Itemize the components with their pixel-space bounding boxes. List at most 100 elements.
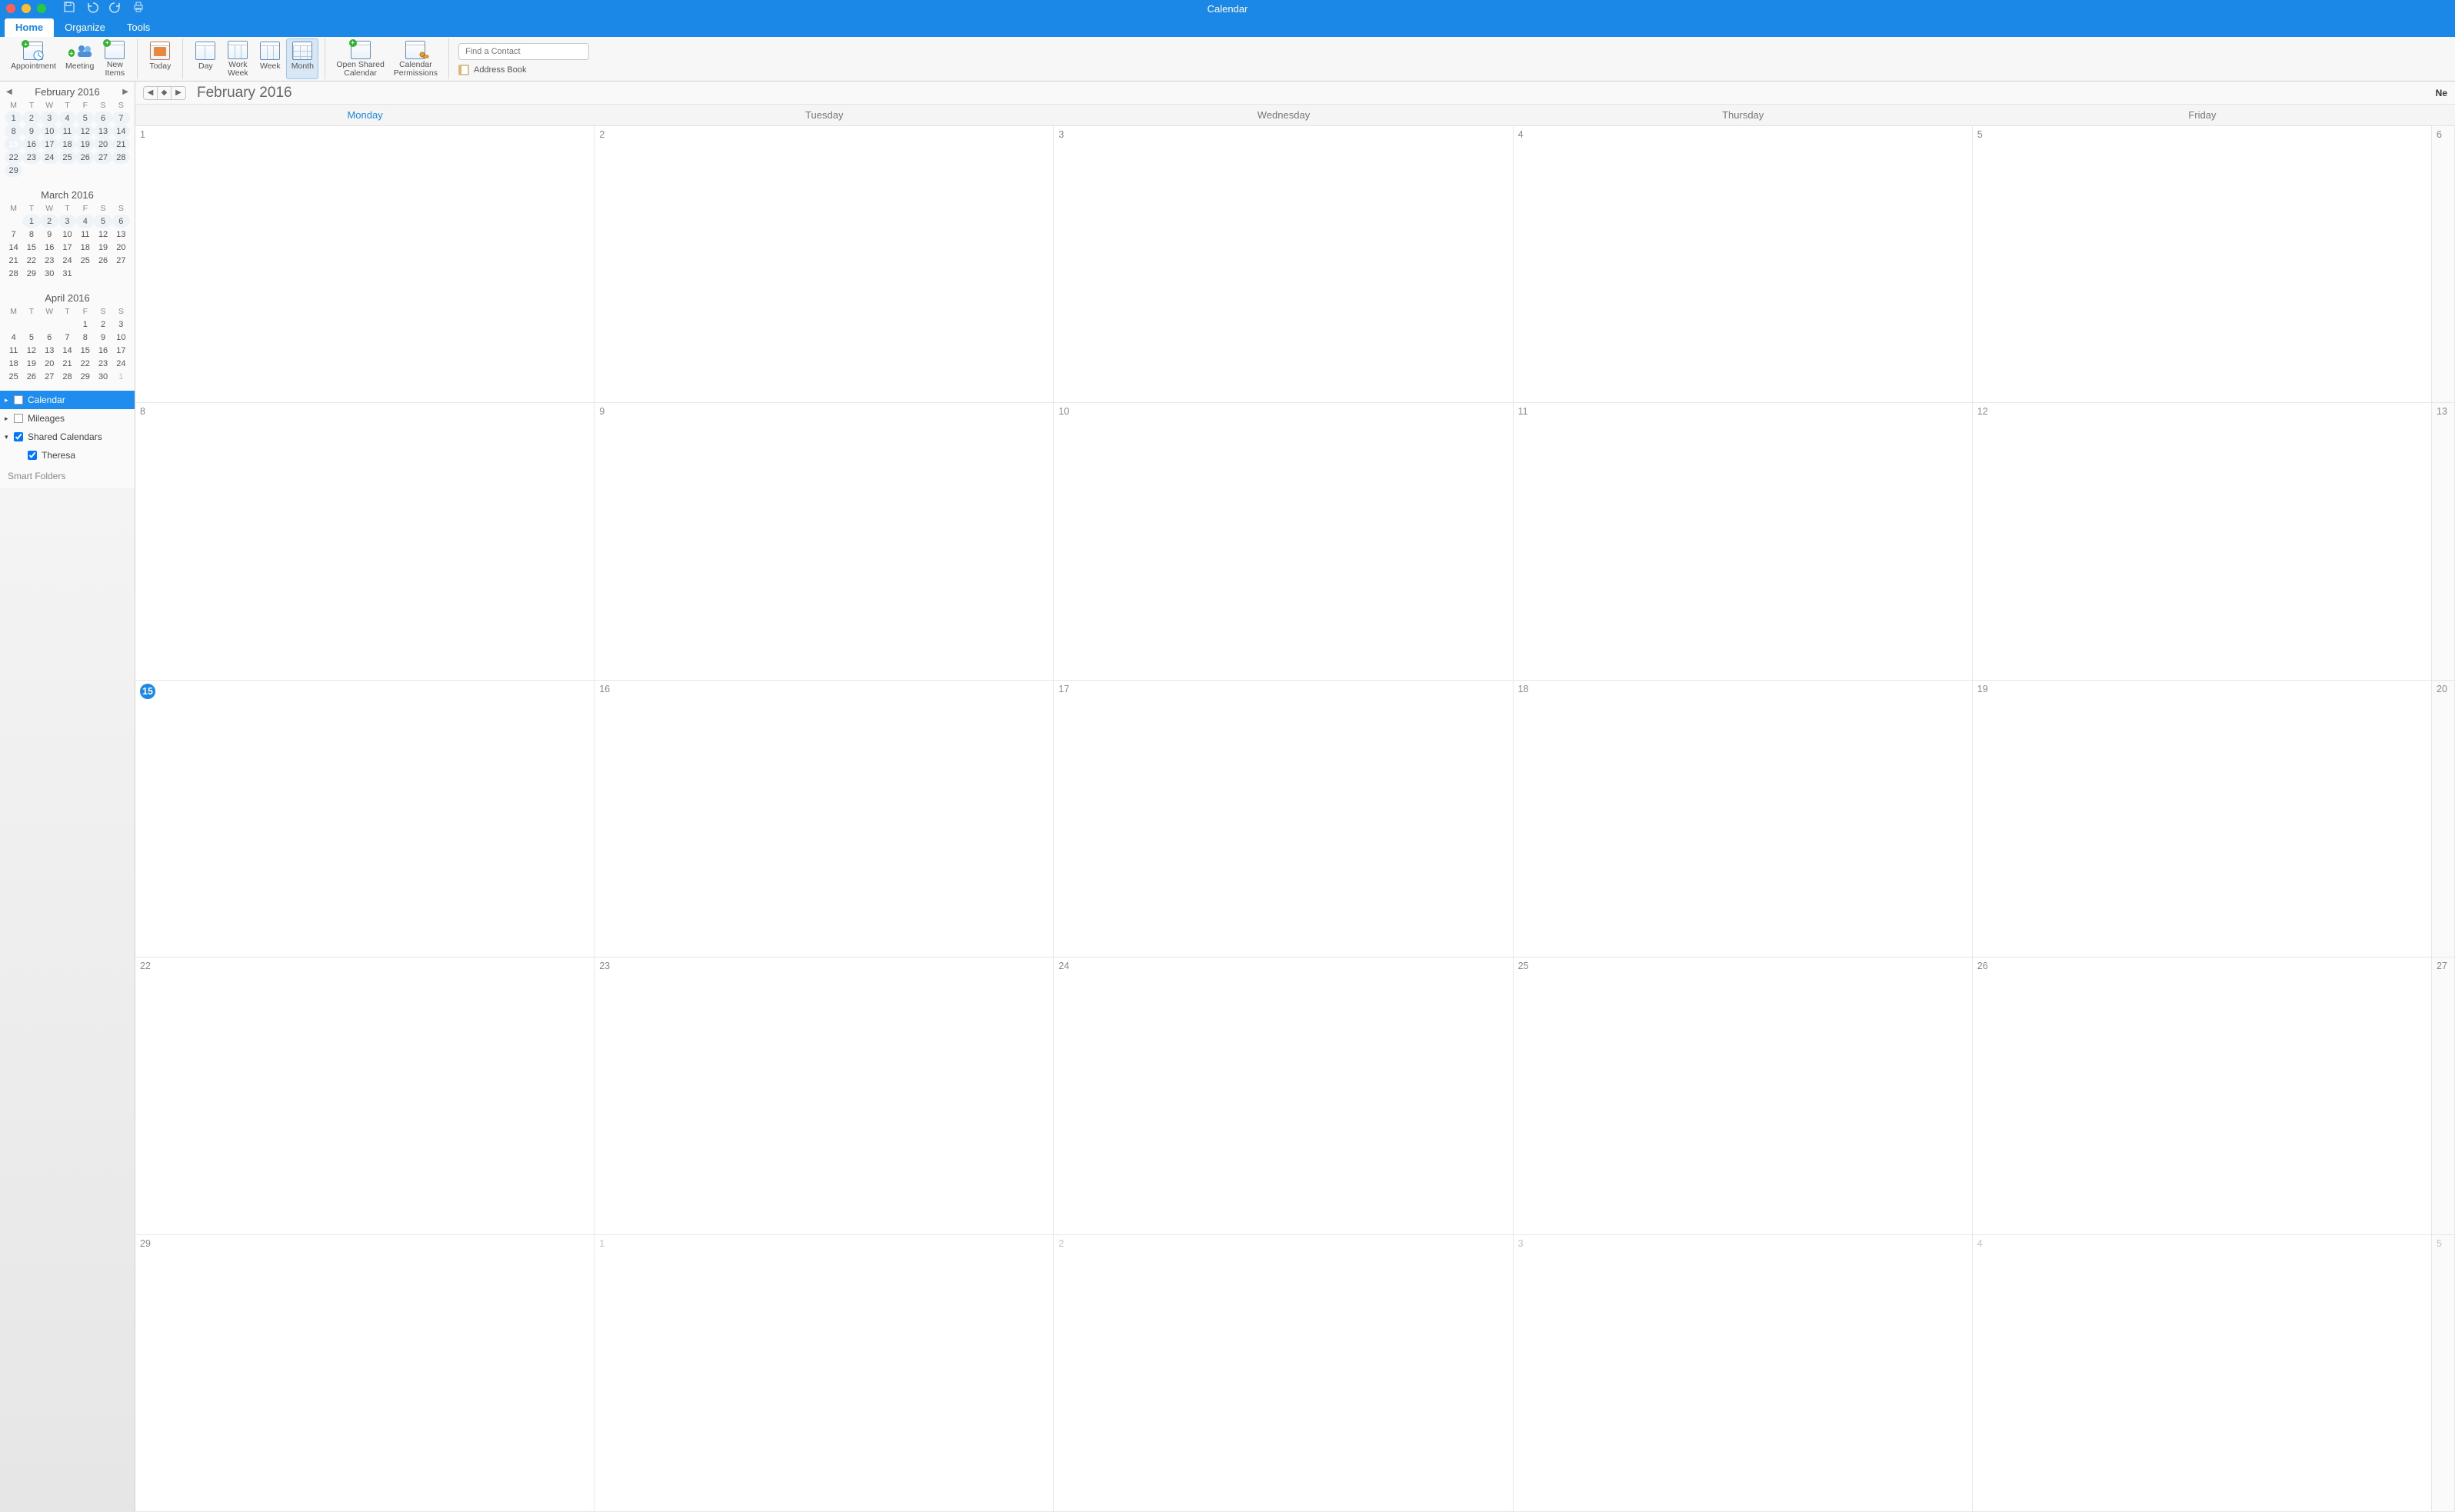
day-cell[interactable]: 11 [1514, 403, 1973, 679]
mini-day[interactable]: 6 [41, 331, 58, 344]
find-contact-input[interactable] [458, 43, 589, 60]
mini-day[interactable]: 26 [22, 370, 40, 383]
mini-day[interactable]: 27 [94, 151, 112, 164]
mini-day[interactable]: 10 [41, 125, 58, 138]
mini-day[interactable]: 12 [76, 125, 94, 138]
new-items-button[interactable]: + New Items [98, 38, 131, 79]
day-cell[interactable]: 15 [135, 681, 595, 957]
mini-day[interactable]: 16 [22, 138, 40, 151]
mini-day[interactable]: 7 [58, 331, 76, 344]
mini-day[interactable]: 5 [22, 331, 40, 344]
mini-day[interactable]: 22 [22, 254, 40, 267]
mini-day[interactable]: 4 [76, 215, 94, 228]
day-cell[interactable]: 2 [595, 126, 1054, 402]
mini-day[interactable]: 12 [22, 344, 40, 357]
mini-day[interactable]: 26 [76, 151, 94, 164]
day-cell-weekend[interactable]: 13 [2432, 403, 2455, 679]
mini-day[interactable]: 17 [41, 138, 58, 151]
mini-day[interactable]: 29 [5, 164, 22, 177]
mini-day[interactable]: 1 [112, 370, 130, 383]
mini-day[interactable]: 31 [58, 267, 76, 280]
mini-day[interactable]: 4 [5, 331, 22, 344]
menu-tab-home[interactable]: Home [5, 18, 54, 37]
mini-day[interactable]: 25 [76, 254, 94, 267]
mini-day[interactable]: 8 [5, 125, 22, 138]
day-cell-weekend[interactable]: 5 [2432, 1235, 2455, 1511]
mini-day[interactable]: 16 [94, 344, 112, 357]
meeting-button[interactable]: + Meeting [61, 38, 98, 79]
mini-day[interactable]: 23 [41, 254, 58, 267]
mini-day[interactable]: 24 [58, 254, 76, 267]
mini-day[interactable]: 29 [76, 370, 94, 383]
mini-day[interactable]: 20 [41, 357, 58, 370]
prev-month-button[interactable]: ◀ [144, 87, 158, 99]
mini-next-button[interactable]: ▶ [119, 86, 132, 98]
day-cell-weekend[interactable]: 6 [2432, 126, 2455, 402]
open-shared-calendar-button[interactable]: +Open Shared Calendar [331, 38, 388, 79]
day-view-button[interactable]: Day [189, 38, 222, 79]
mini-day[interactable]: 28 [5, 267, 22, 280]
disclosure-icon[interactable]: ▸ [5, 396, 9, 405]
work-week-view-button[interactable]: Work Week [222, 38, 254, 79]
day-cell[interactable]: 25 [1514, 957, 1973, 1234]
mini-day[interactable]: 17 [58, 241, 76, 254]
mini-day[interactable]: 18 [58, 138, 76, 151]
day-cell[interactable]: 18 [1514, 681, 1973, 957]
mini-day[interactable]: 22 [5, 151, 22, 164]
next-month-button[interactable]: ▶ [172, 87, 185, 99]
mini-day[interactable]: 24 [41, 151, 58, 164]
mini-day[interactable]: 3 [41, 112, 58, 125]
mini-day[interactable]: 1 [22, 215, 40, 228]
mini-day[interactable]: 14 [5, 241, 22, 254]
week-view-button[interactable]: Week [254, 38, 286, 79]
mini-day[interactable]: 13 [41, 344, 58, 357]
mini-day[interactable]: 9 [94, 331, 112, 344]
mini-day[interactable]: 27 [41, 370, 58, 383]
mini-day[interactable]: 1 [5, 112, 22, 125]
day-cell[interactable]: 3 [1054, 126, 1513, 402]
disclosure-icon[interactable]: ▾ [5, 433, 9, 441]
mini-day[interactable]: 18 [5, 357, 22, 370]
mini-day[interactable]: 8 [22, 228, 40, 241]
mini-day[interactable]: 14 [58, 344, 76, 357]
mini-day[interactable]: 15 [5, 138, 22, 151]
day-cell[interactable]: 16 [595, 681, 1054, 957]
mini-day[interactable]: 27 [112, 254, 130, 267]
appointment-button[interactable]: + Appointment [6, 38, 61, 79]
mini-day[interactable]: 25 [58, 151, 76, 164]
undo-icon[interactable] [86, 1, 98, 17]
calendar-list-item[interactable]: ▸Mileages [0, 409, 135, 428]
day-cell[interactable]: 2 [1054, 1235, 1513, 1511]
mini-day[interactable]: 10 [112, 331, 130, 344]
day-cell[interactable]: 1 [595, 1235, 1054, 1511]
day-cell[interactable]: 10 [1054, 403, 1513, 679]
mini-day[interactable]: 16 [41, 241, 58, 254]
window-zoom-button[interactable] [37, 4, 46, 13]
mini-day[interactable]: 5 [94, 215, 112, 228]
mini-day[interactable]: 13 [94, 125, 112, 138]
mini-day[interactable]: 9 [41, 228, 58, 241]
day-cell[interactable]: 29 [135, 1235, 595, 1511]
mini-day[interactable]: 4 [58, 112, 76, 125]
mini-day[interactable]: 11 [58, 125, 76, 138]
mini-day[interactable]: 14 [112, 125, 130, 138]
calendar-list-item[interactable]: ▾Shared Calendars [0, 428, 135, 446]
day-cell[interactable]: 4 [1973, 1235, 2432, 1511]
today-nav-button[interactable]: ◆ [158, 87, 172, 99]
address-book-button[interactable]: Address Book [458, 65, 589, 75]
calendar-list-item[interactable]: ▸Calendar [0, 391, 135, 409]
calendar-permissions-button[interactable]: Calendar Permissions [389, 38, 442, 79]
print-icon[interactable] [132, 1, 145, 17]
mini-day[interactable]: 21 [58, 357, 76, 370]
mini-day[interactable]: 28 [112, 151, 130, 164]
mini-prev-button[interactable]: ◀ [3, 86, 15, 98]
mini-day[interactable]: 11 [76, 228, 94, 241]
mini-day[interactable]: 6 [112, 215, 130, 228]
mini-day[interactable]: 3 [112, 318, 130, 331]
mini-day[interactable]: 2 [41, 215, 58, 228]
calendar-checkbox[interactable] [14, 432, 23, 441]
mini-day[interactable]: 15 [76, 344, 94, 357]
mini-day[interactable]: 11 [5, 344, 22, 357]
save-icon[interactable] [63, 1, 75, 17]
day-cell-weekend[interactable]: 27 [2432, 957, 2455, 1234]
